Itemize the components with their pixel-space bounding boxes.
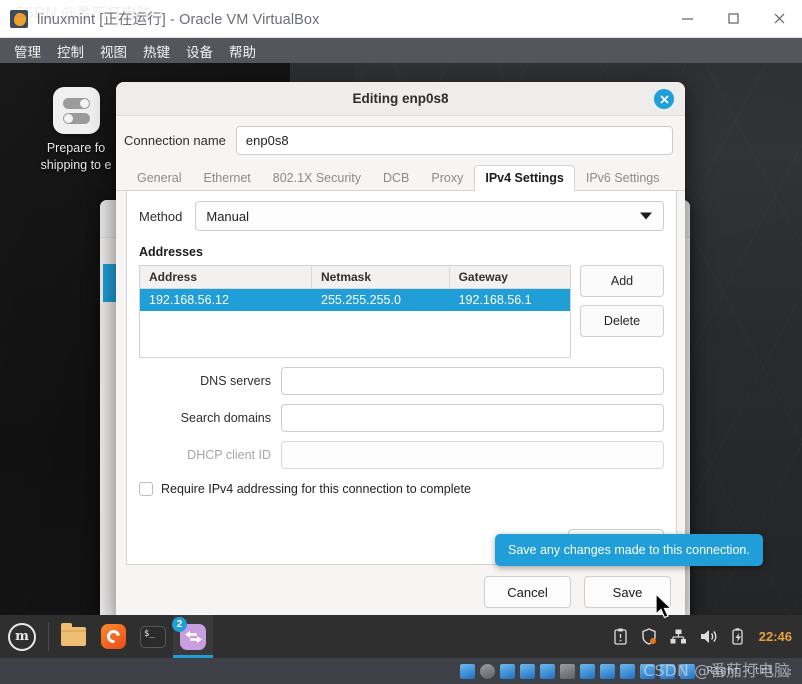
cell-netmask: 255.255.255.0: [321, 293, 401, 307]
battery-icon[interactable]: [731, 628, 746, 645]
search-domains-input[interactable]: [281, 404, 664, 432]
resize-grip[interactable]: [784, 666, 794, 676]
require-ipv4-label: Require IPv4 addressing for this connect…: [161, 482, 471, 496]
dialog-action-bar: Cancel Save: [116, 565, 685, 619]
updates-icon[interactable]: [679, 663, 695, 679]
column-header-gateway[interactable]: Gateway: [449, 266, 570, 289]
linux-mint-menu-icon[interactable]: m: [0, 615, 44, 658]
addresses-table-header: Address Netmask Gateway: [140, 266, 570, 289]
volume-icon[interactable]: [700, 629, 718, 644]
ipv4-settings-panel: Method Manual Addresses Address Netmask …: [126, 191, 677, 565]
audio-icon[interactable]: [499, 663, 515, 679]
table-row[interactable]: 192.168.56.12 255.255.255.0 192.168.56.1: [140, 289, 570, 311]
window-controls: [664, 0, 802, 37]
dialog-tabs: General Ethernet 802.1X Security DCB Pro…: [116, 155, 685, 191]
menu-help[interactable]: 帮助: [221, 39, 264, 63]
column-header-netmask[interactable]: Netmask: [312, 266, 450, 289]
terminal-icon[interactable]: $_: [133, 615, 173, 658]
close-icon[interactable]: [654, 89, 674, 109]
menu-view[interactable]: 视图: [92, 39, 135, 63]
method-selected-value: Manual: [206, 208, 250, 224]
menu-hotkeys[interactable]: 热键: [135, 39, 178, 63]
connection-name-row: Connection name: [116, 116, 685, 155]
settings-toggle-icon: [52, 87, 100, 134]
search-domains-label: Search domains: [180, 411, 271, 425]
dialog-titlebar: Editing enp0s8: [116, 82, 685, 116]
tab-dcb[interactable]: DCB: [372, 165, 420, 191]
delete-button[interactable]: Delete: [580, 305, 664, 337]
mouse-icon[interactable]: [619, 663, 635, 679]
connection-name-label: Connection name: [124, 133, 226, 148]
tab-proxy[interactable]: Proxy: [420, 165, 474, 191]
method-row: Method Manual: [139, 201, 664, 231]
dhcp-client-id-row: DHCP client ID: [139, 441, 664, 469]
host-key-label: Right Ctrl: [706, 665, 774, 677]
firefox-icon[interactable]: [93, 615, 133, 658]
minimize-button[interactable]: [664, 0, 710, 37]
tab-ipv4-settings[interactable]: IPv4 Settings: [474, 165, 575, 191]
cell-address: 192.168.56.12: [149, 293, 229, 307]
method-select[interactable]: Manual: [195, 201, 664, 231]
display-icon[interactable]: [579, 663, 595, 679]
close-button[interactable]: [756, 0, 802, 37]
column-header-address[interactable]: Address: [140, 266, 312, 289]
usb-icon[interactable]: [539, 663, 555, 679]
chevron-down-icon: [640, 212, 652, 220]
recording-icon[interactable]: [599, 663, 615, 679]
background-window-selected-item: [103, 264, 117, 302]
network-icon[interactable]: [670, 629, 687, 644]
search-domains-row: Search domains: [139, 404, 664, 432]
menu-manage[interactable]: 管理: [6, 39, 49, 63]
addresses-heading: Addresses: [139, 245, 203, 259]
require-ipv4-row[interactable]: Require IPv4 addressing for this connect…: [139, 482, 664, 496]
terminal-prompt-label: $_: [140, 625, 166, 648]
save-tooltip: Save any changes made to this connection…: [495, 534, 763, 566]
shared-folders-icon[interactable]: [559, 663, 575, 679]
tab-ethernet[interactable]: Ethernet: [192, 165, 261, 191]
hard-disk-icon[interactable]: [459, 663, 475, 679]
dhcp-client-id-input: [281, 441, 664, 469]
taskbar-divider: [48, 622, 49, 651]
require-ipv4-checkbox[interactable]: [139, 482, 153, 496]
network-icon[interactable]: [519, 663, 535, 679]
network-connections-icon[interactable]: 2: [172, 615, 213, 658]
host-menubar: 管理 控制 视图 热键 设备 帮助: [0, 38, 802, 63]
addresses-buttons: Add Delete: [580, 265, 664, 358]
maximize-button[interactable]: [710, 0, 756, 37]
cell-gateway: 192.168.56.1: [458, 293, 532, 307]
method-label: Method: [139, 208, 183, 224]
screen: linuxmint [正在运行] - Oracle VM VirtualBox …: [0, 0, 802, 684]
menu-control[interactable]: 控制: [49, 39, 92, 63]
keyboard-icon[interactable]: [639, 663, 655, 679]
addresses-zone: Address Netmask Gateway 192.168.56.12 25…: [139, 265, 664, 358]
vb-status-bar: Right Ctrl: [0, 658, 802, 684]
vm-features-icon[interactable]: [659, 663, 675, 679]
files-icon[interactable]: [53, 615, 93, 658]
dns-servers-row: DNS servers: [139, 367, 664, 395]
dialog-title: Editing enp0s8: [352, 91, 449, 106]
addresses-table[interactable]: Address Netmask Gateway 192.168.56.12 25…: [139, 265, 571, 358]
dns-servers-label: DNS servers: [200, 374, 271, 388]
shield-icon[interactable]: [641, 628, 657, 645]
clipboard-icon[interactable]: [613, 628, 628, 645]
task-badge-count: 2: [172, 617, 187, 632]
desktop-icon-label-line2: shipping to e: [40, 158, 112, 172]
taskbar: m $_ 2 22:46: [0, 615, 802, 658]
desktop-icon-prepare-for-shipping[interactable]: Prepare fo shipping to e: [28, 87, 124, 174]
dhcp-client-id-label: DHCP client ID: [187, 448, 271, 462]
desktop-icon-label-line1: Prepare fo: [46, 141, 106, 155]
system-tray: 22:46: [613, 628, 802, 645]
mouse-cursor: [655, 592, 676, 626]
tab-general[interactable]: General: [126, 165, 192, 191]
cancel-button[interactable]: Cancel: [484, 576, 571, 608]
menu-devices[interactable]: 设备: [178, 39, 221, 63]
tab-8021x-security[interactable]: 802.1X Security: [262, 165, 372, 191]
clock[interactable]: 22:46: [759, 629, 792, 644]
watermark-top: CSDN @番茄打电脑: [14, 4, 152, 22]
connection-name-input[interactable]: [235, 126, 673, 155]
add-button[interactable]: Add: [580, 265, 664, 297]
optical-disk-icon[interactable]: [479, 663, 495, 679]
dns-servers-input[interactable]: [281, 367, 664, 395]
tab-ipv6-settings[interactable]: IPv6 Settings: [575, 165, 671, 191]
